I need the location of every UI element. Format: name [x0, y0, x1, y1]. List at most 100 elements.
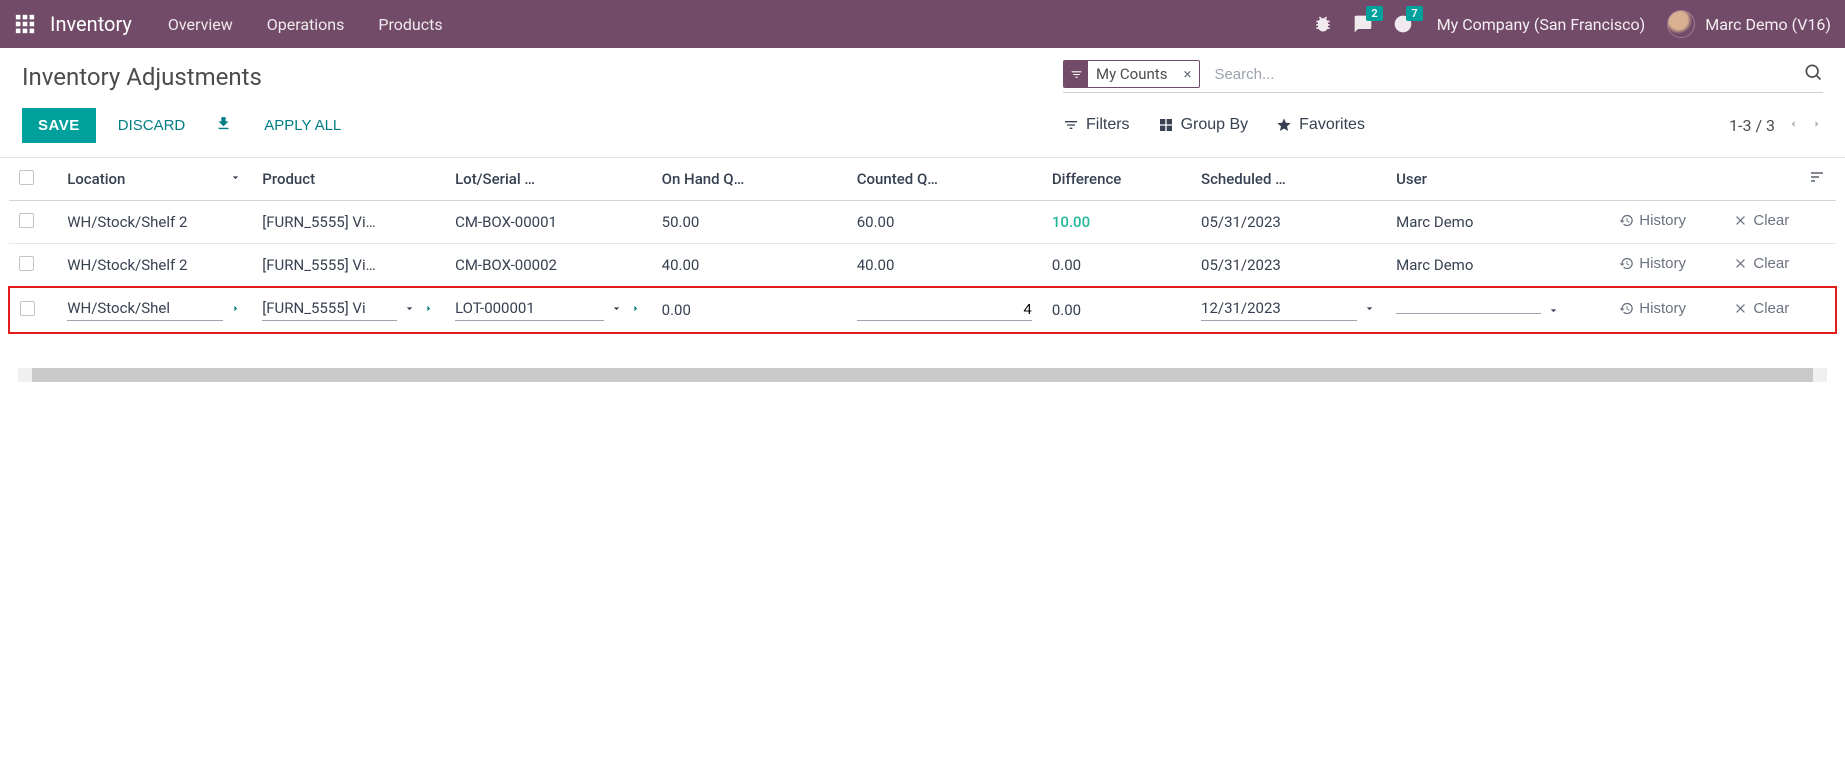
messages-icon[interactable]: 2 [1353, 14, 1373, 34]
header-product[interactable]: Product [252, 158, 445, 201]
activity-icon[interactable]: 7 [1393, 14, 1413, 34]
external-link-icon[interactable] [422, 301, 435, 319]
search-facet: My Counts × [1063, 60, 1200, 88]
cell-location[interactable]: WH/Stock/Shel [57, 287, 252, 333]
clear-button[interactable]: Clear [1733, 212, 1789, 229]
cell-counted[interactable]: 40.00 [847, 244, 1042, 288]
cell-history: History [1570, 287, 1696, 333]
cell-scheduled[interactable]: 05/31/2023 [1191, 244, 1386, 288]
cell-product[interactable]: [FURN_5555] Vi [252, 287, 445, 333]
header-difference[interactable]: Difference [1042, 158, 1191, 201]
search-bar[interactable]: My Counts × [1063, 60, 1823, 93]
cell-user[interactable]: Marc Demo [1386, 201, 1570, 244]
search-facet-remove[interactable]: × [1175, 65, 1199, 83]
cell-clear: Clear [1696, 287, 1799, 333]
nav-products[interactable]: Products [378, 15, 442, 34]
app-name[interactable]: Inventory [50, 12, 132, 36]
chevron-down-icon[interactable] [610, 301, 623, 319]
cell-history: History [1570, 201, 1696, 244]
filters-label: Filters [1086, 116, 1130, 134]
header-scheduled[interactable]: Scheduled … [1191, 158, 1386, 201]
avatar[interactable] [1667, 10, 1695, 38]
cell-lot[interactable]: CM-BOX-00001 [445, 201, 652, 244]
table-row[interactable]: WH/Stock/Shelf 2[FURN_5555] Vi…CM-BOX-00… [9, 201, 1836, 244]
discard-button[interactable]: DISCARD [106, 109, 198, 142]
location-input[interactable]: WH/Stock/Shel [67, 299, 223, 321]
chevron-down-icon [229, 170, 242, 188]
header-user[interactable]: User [1386, 158, 1570, 201]
search-input[interactable] [1208, 62, 1803, 87]
cell-counted[interactable]: 60.00 [847, 201, 1042, 244]
lot-input[interactable]: LOT-000001 [455, 299, 604, 321]
inventory-table: Location Product Lot/Serial … On Hand Q…… [8, 158, 1837, 334]
cell-lot[interactable]: LOT-000001 [445, 287, 652, 333]
user-input[interactable] [1396, 310, 1541, 314]
clear-button[interactable]: Clear [1733, 255, 1789, 272]
cell-scheduled[interactable]: 05/31/2023 [1191, 201, 1386, 244]
cell-difference: 0.00 [1042, 287, 1191, 333]
cell-product[interactable]: [FURN_5555] Vi… [252, 244, 445, 288]
date-input[interactable]: 12/31/2023 [1201, 299, 1357, 321]
history-button[interactable]: History [1619, 300, 1686, 317]
header-lot[interactable]: Lot/Serial … [445, 158, 652, 201]
history-button[interactable]: History [1619, 212, 1686, 229]
page-title: Inventory Adjustments [22, 63, 1063, 91]
pager-prev[interactable] [1787, 116, 1799, 135]
cell-scheduled[interactable]: 12/31/2023 [1191, 287, 1386, 333]
row-checkbox[interactable] [9, 244, 57, 288]
table-container: Location Product Lot/Serial … On Hand Q…… [0, 158, 1845, 334]
cell-location[interactable]: WH/Stock/Shelf 2 [57, 244, 252, 288]
chevron-down-icon[interactable] [403, 301, 416, 319]
search-facet-label: My Counts [1088, 62, 1175, 86]
row-checkbox[interactable] [9, 201, 57, 244]
header-checkbox[interactable] [9, 158, 57, 201]
external-link-icon[interactable] [229, 301, 242, 319]
favorites-dropdown[interactable]: Favorites [1276, 116, 1365, 134]
nav-overview[interactable]: Overview [168, 15, 233, 34]
apply-all-button[interactable]: APPLY ALL [252, 109, 353, 142]
clear-button[interactable]: Clear [1733, 300, 1789, 317]
product-input[interactable]: [FURN_5555] Vi [262, 299, 397, 321]
history-button[interactable]: History [1619, 255, 1686, 272]
table-row[interactable]: WH/Stock/Shelf 2[FURN_5555] Vi…CM-BOX-00… [9, 244, 1836, 288]
user-menu[interactable]: Marc Demo (V16) [1705, 15, 1831, 34]
cell-location[interactable]: WH/Stock/Shelf 2 [57, 201, 252, 244]
save-button[interactable]: SAVE [22, 108, 96, 143]
cell-history: History [1570, 244, 1696, 288]
cell-clear: Clear [1696, 201, 1799, 244]
row-checkbox[interactable] [9, 287, 57, 333]
cell-trailing [1799, 201, 1836, 244]
topbar: Inventory Overview Operations Products 2… [0, 0, 1845, 48]
company-selector[interactable]: My Company (San Francisco) [1437, 15, 1646, 34]
pager-next[interactable] [1811, 116, 1823, 135]
cell-counted[interactable] [847, 287, 1042, 333]
chevron-down-icon[interactable] [1363, 301, 1376, 319]
export-button[interactable] [205, 107, 242, 143]
filters-dropdown[interactable]: Filters [1063, 116, 1130, 134]
debug-icon[interactable] [1313, 14, 1333, 34]
header-location[interactable]: Location [57, 158, 252, 201]
cell-difference: 0.00 [1042, 244, 1191, 288]
cell-product[interactable]: [FURN_5555] Vi… [252, 201, 445, 244]
cell-user[interactable]: Marc Demo [1386, 244, 1570, 288]
favorites-label: Favorites [1299, 116, 1365, 134]
apps-icon[interactable] [14, 13, 36, 35]
table-row[interactable]: WH/Stock/Shel [FURN_5555] Vi LOT-000001 0.0… [9, 287, 1836, 333]
cell-lot[interactable]: CM-BOX-00002 [445, 244, 652, 288]
cell-onhand: 50.00 [652, 201, 847, 244]
horizontal-scrollbar[interactable] [18, 368, 1827, 382]
header-onhand[interactable]: On Hand Q… [652, 158, 847, 201]
pager-text[interactable]: 1-3 / 3 [1729, 116, 1775, 135]
cell-onhand: 0.00 [652, 287, 847, 333]
cell-trailing [1799, 287, 1836, 333]
cell-user[interactable] [1386, 287, 1570, 333]
nav-operations[interactable]: Operations [267, 15, 345, 34]
search-icon[interactable] [1803, 62, 1823, 86]
table-header-row: Location Product Lot/Serial … On Hand Q…… [9, 158, 1836, 201]
header-options[interactable] [1799, 158, 1836, 201]
header-counted[interactable]: Counted Q… [847, 158, 1042, 201]
external-link-icon[interactable] [629, 301, 642, 319]
counted-input[interactable] [857, 299, 1032, 321]
groupby-dropdown[interactable]: Group By [1158, 116, 1249, 134]
chevron-down-icon[interactable] [1547, 303, 1560, 321]
